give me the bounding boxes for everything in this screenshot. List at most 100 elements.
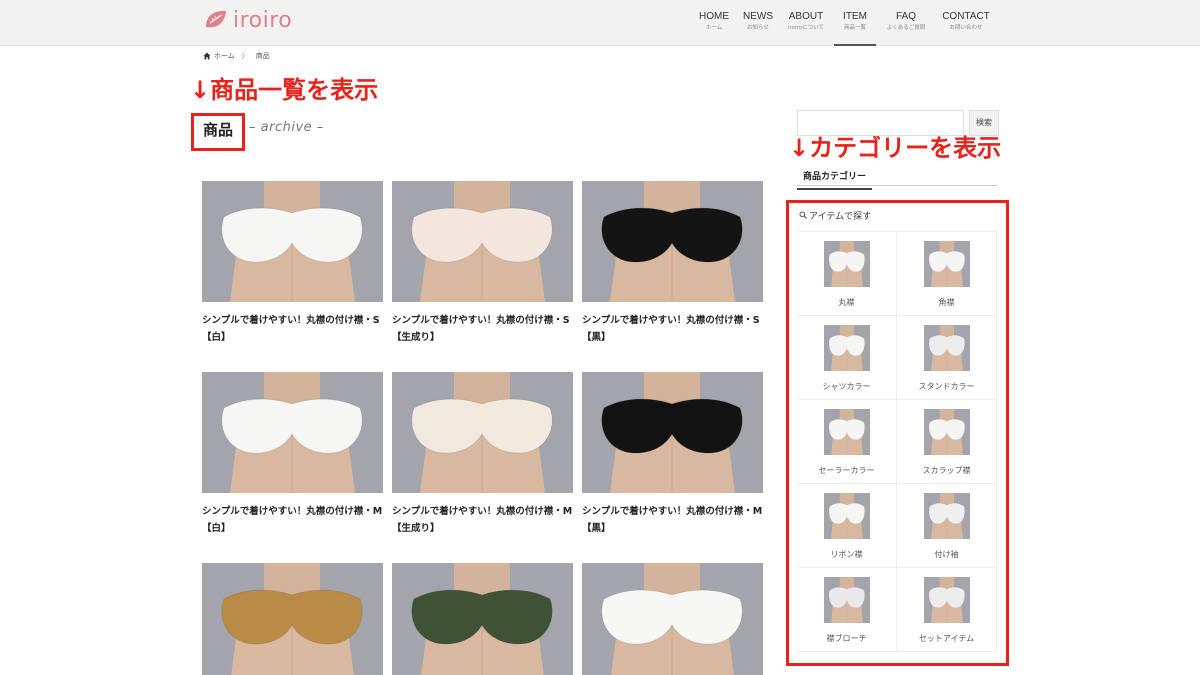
product-image[interactable]	[582, 563, 763, 675]
category-label: スカラップ襟	[922, 466, 971, 475]
breadcrumb: ホーム 〉 商品	[203, 51, 270, 61]
collar-illustration	[392, 372, 573, 493]
nav-item-news[interactable]: NEWS お知らせ	[738, 0, 778, 46]
collar-illustration	[582, 372, 763, 493]
nav-item-sublabel: ホーム	[705, 25, 723, 31]
category-collar-illustration	[823, 241, 870, 287]
category-thumbnail	[823, 493, 870, 539]
product-card[interactable]: シンプルで着けやすい！丸襟の付け襟・M【白】	[202, 372, 383, 537]
product-title[interactable]: シンプルで着けやすい！丸襟の付け襟・S【黒】	[582, 312, 763, 346]
main-nav: HOME ホーム NEWS お知らせ ABOUT iroiroについて ITEM 商品一覧 FA…	[690, 0, 996, 46]
product-title[interactable]: シンプルで着けやすい！丸襟の付け襟・S【生成り】	[392, 312, 573, 346]
category-item[interactable]: セーラーカラー	[797, 400, 897, 484]
annotation-category-label: ↓カテゴリーを表示	[789, 134, 1002, 162]
nav-item-sublabel: よくあるご質問	[886, 25, 926, 31]
product-image[interactable]	[582, 372, 763, 493]
search-button[interactable]: 検索	[969, 110, 999, 136]
nav-item-home[interactable]: HOME ホーム	[690, 0, 738, 46]
category-label: リボン襟	[830, 550, 863, 559]
category-thumbnail	[823, 241, 870, 287]
nav-item-label: NEWS	[743, 11, 773, 22]
category-collar-illustration	[923, 577, 970, 623]
breadcrumb-home[interactable]: ホーム	[214, 51, 235, 61]
nav-item-label: CONTACT	[942, 11, 990, 22]
category-item[interactable]: セットアイテム	[897, 568, 997, 652]
collar-illustration	[392, 563, 573, 675]
product-card[interactable]: シンプルで着けやすい！丸襟の付け襟・S【生成り】	[392, 181, 573, 346]
product-title[interactable]: シンプルで着けやすい！丸襟の付け襟・M【白】	[202, 503, 383, 537]
category-item[interactable]: 丸襟	[797, 232, 897, 316]
product-image[interactable]	[202, 563, 383, 675]
collar-illustration	[582, 181, 763, 302]
collar-illustration	[392, 181, 573, 302]
site-logo[interactable]: iroiro	[203, 7, 292, 33]
collar-illustration	[202, 372, 383, 493]
category-collar-illustration	[923, 241, 970, 287]
category-item[interactable]: スタンドカラー	[897, 316, 997, 400]
category-item[interactable]: 襟ブローチ	[797, 568, 897, 652]
product-title[interactable]: シンプルで着けやすい！丸襟の付け襟・M【生成り】	[392, 503, 573, 537]
product-card[interactable]: シンプルで着けやすい！丸襟の付け襟・S【白】	[202, 181, 383, 346]
product-image[interactable]	[392, 563, 573, 675]
nav-item-sublabel: 商品一覧	[843, 25, 866, 31]
product-image[interactable]	[392, 372, 573, 493]
product-title[interactable]: シンプルで着けやすい！丸襟の付け襟・M【黒】	[582, 503, 763, 537]
category-panel: アイテムで探す 丸襟 角襟シャツカラー スタンドカラー セーラーカラー スカラップ襟リボ…	[797, 205, 998, 652]
product-card[interactable]: シンプルで着けやすい！丸襟の付け襟・M【生成り】	[392, 372, 573, 537]
category-collar-illustration	[923, 409, 970, 455]
category-collar-illustration	[923, 493, 970, 539]
page-subtitle: – archive –	[249, 120, 324, 135]
category-heading: 商品カテゴリー	[797, 164, 998, 190]
category-item[interactable]: リボン襟	[797, 484, 897, 568]
category-thumbnail	[923, 493, 970, 539]
product-card[interactable]: シンプルで着けやすい！丸襟の付け襟・M【黒】	[582, 372, 763, 537]
nav-item-about[interactable]: ABOUT iroiroについて	[778, 0, 834, 46]
category-heading-label: 商品カテゴリー	[797, 166, 873, 190]
category-item[interactable]: シャツカラー	[797, 316, 897, 400]
category-grid: 丸襟 角襟シャツカラー スタンドカラー セーラーカラー スカラップ襟リボン襟 付け袖襟ブロ…	[797, 231, 998, 652]
category-thumbnail	[923, 577, 970, 623]
search-input[interactable]	[797, 110, 964, 136]
category-collar-illustration	[823, 409, 870, 455]
category-item[interactable]: 角襟	[897, 232, 997, 316]
collar-illustration	[582, 563, 763, 675]
category-label: 角襟	[938, 298, 955, 307]
collar-illustration	[202, 563, 383, 675]
category-thumbnail	[823, 409, 870, 455]
product-card[interactable]	[202, 563, 383, 675]
site-header: iroiro HOME ホーム NEWS お知らせ ABOUT iroiroについて ITE…	[0, 0, 1200, 46]
product-image[interactable]	[202, 372, 383, 493]
category-panel-title-text: アイテムで探す	[809, 211, 872, 222]
product-image[interactable]	[202, 181, 383, 302]
category-item[interactable]: 付け袖	[897, 484, 997, 568]
product-card[interactable]: シンプルで着けやすい！丸襟の付け襟・S【黒】	[582, 181, 763, 346]
category-thumbnail	[923, 325, 970, 371]
category-thumbnail	[823, 577, 870, 623]
category-collar-illustration	[823, 577, 870, 623]
product-title[interactable]: シンプルで着けやすい！丸襟の付け襟・S【白】	[202, 312, 383, 346]
category-label: 丸襟	[838, 298, 855, 307]
category-panel-title: アイテムで探す	[797, 205, 998, 225]
nav-item-label: ABOUT	[788, 11, 824, 22]
category-label: 付け袖	[934, 550, 959, 559]
category-thumbnail	[923, 409, 970, 455]
logo-text: iroiro	[233, 7, 293, 33]
category-item[interactable]: スカラップ襟	[897, 400, 997, 484]
category-collar-illustration	[923, 325, 970, 371]
nav-item-contact[interactable]: CONTACT お問い合わせ	[936, 0, 996, 46]
product-card[interactable]	[582, 563, 763, 675]
nav-item-sublabel: iroiroについて	[788, 25, 824, 31]
breadcrumb-current: 商品	[255, 52, 270, 60]
nav-item-sublabel: お知らせ	[747, 25, 769, 31]
nav-item-item[interactable]: ITEM 商品一覧	[834, 0, 876, 46]
product-card[interactable]	[392, 563, 573, 675]
category-label: セットアイテム	[918, 634, 975, 643]
annotation-list-label: ↓商品一覧を表示	[190, 76, 379, 104]
nav-item-label: FAQ	[895, 11, 916, 22]
product-image[interactable]	[392, 181, 573, 302]
product-image[interactable]	[582, 181, 763, 302]
category-collar-illustration	[823, 493, 870, 539]
nav-item-label: ITEM	[843, 11, 867, 22]
page-title: 商品	[203, 121, 234, 139]
nav-item-faq[interactable]: FAQ よくあるご質問	[876, 0, 936, 46]
